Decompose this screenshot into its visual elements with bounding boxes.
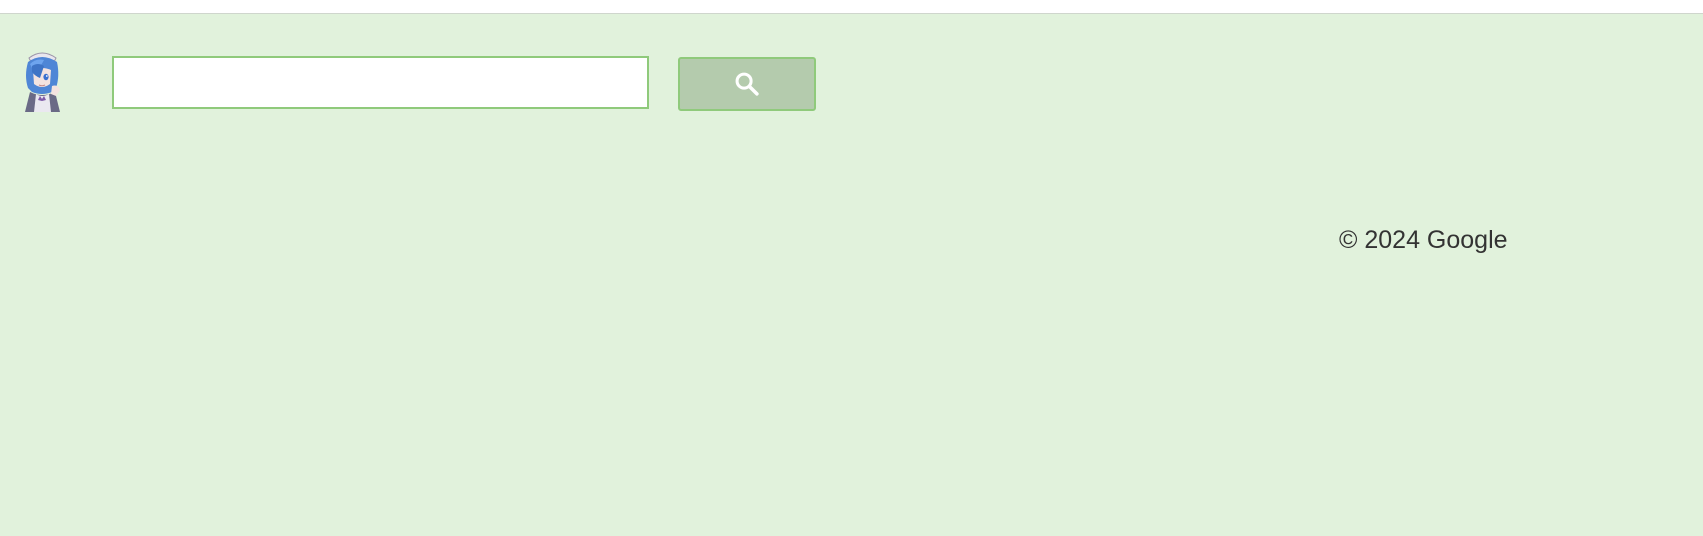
- top-strip: [0, 0, 1703, 13]
- copyright-text: © 2024 Google: [1339, 226, 1508, 254]
- search-button[interactable]: [678, 57, 816, 111]
- search-input[interactable]: [112, 56, 649, 109]
- search-icon: [735, 72, 759, 96]
- top-divider: [0, 13, 1703, 14]
- avatar[interactable]: [20, 48, 65, 112]
- anime-character-avatar-icon: [25, 52, 60, 112]
